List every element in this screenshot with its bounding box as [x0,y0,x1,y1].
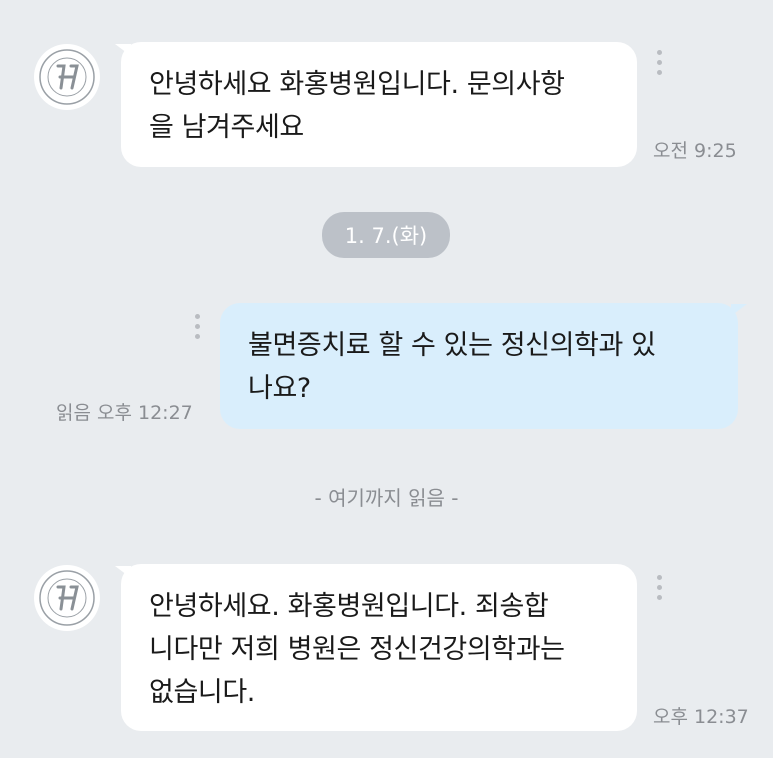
hospital-avatar[interactable] [34,565,100,631]
hospital-logo-icon [39,49,95,105]
read-status-time: 읽음 오후 12:27 [56,402,193,424]
more-options-icon[interactable] [194,314,200,339]
message-text-line: 니다만 저희 병원은 정신건강의학과는 [149,634,565,665]
read-up-to-here-divider: - 여기까지 읽음 - [314,486,459,510]
bubble-tail [731,304,747,316]
more-options-icon[interactable] [656,50,662,75]
message-text-line: 안녕하세요. 화홍병원입니다. 죄송합 [149,591,549,622]
hospital-avatar[interactable] [34,44,100,110]
message-text-line: 안녕하세요 화홍병원입니다. 문의사항 [149,69,565,100]
message-text-line: 을 남겨주세요 [149,112,304,143]
incoming-message-bubble[interactable]: 안녕하세요 화홍병원입니다. 문의사항 을 남겨주세요 [121,42,637,167]
outgoing-message-bubble[interactable]: 불면증치료 할 수 있는 정신의학과 있 나요? [220,303,738,429]
message-text-line: 나요? [248,373,311,404]
message-time: 오전 9:25 [653,140,737,162]
date-separator: 1. 7.(화) [322,212,450,258]
message-text-line: 불면증치료 할 수 있는 정신의학과 있 [248,330,656,361]
hospital-logo-icon [39,570,95,626]
date-separator-label: 1. 7.(화) [344,224,428,248]
message-time: 오후 12:37 [653,706,749,728]
message-text-line: 없습니다. [149,677,255,708]
incoming-message-bubble[interactable]: 안녕하세요. 화홍병원입니다. 죄송합 니다만 저희 병원은 정신건강의학과는 … [121,564,637,731]
more-options-icon[interactable] [656,575,662,600]
